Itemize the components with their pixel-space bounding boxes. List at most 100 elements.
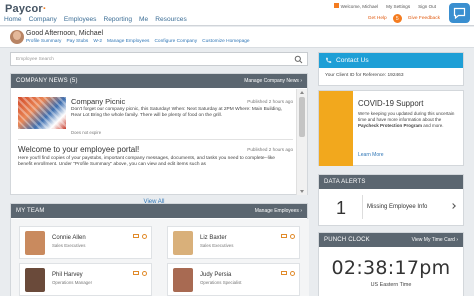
employee-search-input[interactable]: Employee Search — [10, 52, 308, 66]
covid-support-card: COVID-19 Support We're keeping you updat… — [318, 90, 464, 166]
info-icon[interactable] — [142, 234, 147, 239]
news-expire: Does not expire — [71, 130, 102, 135]
company-news-title: COMPANY NEWS (5) — [16, 78, 78, 84]
alert-count: 1 — [336, 198, 347, 218]
team-member[interactable]: Liz Baxter Sales Executives — [167, 226, 300, 259]
data-alerts-title: DATA ALERTS — [324, 179, 366, 185]
customize-homepage-link[interactable]: Customize Homepage — [202, 39, 249, 44]
team-member[interactable]: Judy Persia Operations Specialist — [167, 263, 300, 296]
chat-button[interactable] — [449, 3, 470, 23]
phone-icon — [326, 57, 332, 63]
member-role: Sales Executives — [200, 243, 234, 248]
paycor-logo[interactable]: Paycor· — [5, 3, 47, 15]
view-time-card-link[interactable]: View My Time Card › — [412, 237, 458, 243]
news-divider — [18, 139, 293, 140]
configure-company-link[interactable]: Configure Company — [154, 39, 197, 44]
member-name: Connie Allen — [52, 235, 86, 241]
covid-text: We're keeping you updated during this un… — [358, 111, 455, 128]
data-alerts-header: DATA ALERTS — [319, 175, 463, 189]
company-news-card: COMPANY NEWS (5) Manage Company News › C… — [10, 73, 308, 205]
quick-links: Profile Summary Pay Stubs W-2 Manage Emp… — [26, 39, 250, 44]
get-help-link[interactable]: Get Help — [368, 16, 387, 21]
chat-icon — [453, 7, 466, 19]
sign-out-link[interactable]: Sign Out — [418, 4, 436, 9]
nav-me[interactable]: Me — [139, 16, 148, 23]
team-list: Connie Allen Sales Executives Liz Baxter… — [11, 219, 309, 296]
pay-stubs-link[interactable]: Pay Stubs — [66, 39, 88, 44]
scroll-thumb[interactable] — [299, 97, 305, 137]
news-scrollbar[interactable] — [296, 89, 307, 195]
chevron-right-icon: › — [300, 78, 302, 84]
member-role: Sales Executives — [52, 243, 86, 248]
chevron-right-icon[interactable] — [450, 203, 456, 209]
manage-employees-link[interactable]: Manage Employees — [107, 39, 149, 44]
punch-clock-header: PUNCH CLOCK View My Time Card › — [319, 233, 463, 247]
search-icon[interactable] — [294, 55, 303, 64]
mail-icon[interactable] — [133, 234, 139, 238]
help-row: Get Help 5 Give Feedback — [368, 14, 440, 23]
utility-links: Welcome, Michael My Settings Sign Out — [333, 3, 436, 9]
news-item-title[interactable]: Welcome to your employee portal! — [18, 145, 139, 154]
my-team-card: MY TEAM Manage Employees › Connie Allen … — [10, 203, 309, 296]
clock-timezone: US Eastern Time — [370, 282, 412, 288]
info-icon[interactable] — [290, 271, 295, 276]
mail-icon[interactable] — [133, 271, 139, 275]
manage-company-news-link[interactable]: Manage Company News › — [244, 78, 302, 84]
mail-icon[interactable] — [281, 271, 287, 275]
clock-time: 02:38:17pm — [331, 257, 451, 279]
company-news-header: COMPANY NEWS (5) Manage Company News › — [11, 74, 307, 88]
punch-clock-card: PUNCH CLOCK View My Time Card › 02:38:17… — [318, 232, 464, 296]
member-name: Liz Baxter — [200, 235, 227, 241]
give-feedback-link[interactable]: Give Feedback — [408, 16, 440, 21]
client-id-value: 192463 — [387, 73, 404, 78]
nav-home[interactable]: Home — [4, 16, 22, 23]
w2-link[interactable]: W-2 — [93, 39, 102, 44]
contact-us-button[interactable]: Contact Us — [319, 53, 463, 68]
manage-employees-link[interactable]: Manage Employees › — [255, 208, 302, 214]
nav-reporting[interactable]: Reporting — [103, 16, 132, 23]
avatar[interactable] — [10, 30, 24, 44]
learn-more-link[interactable]: Learn More — [358, 152, 384, 158]
missing-employee-info-alert[interactable]: Missing Employee Info — [367, 204, 427, 210]
user-icon — [333, 3, 339, 8]
scroll-down-arrow[interactable] — [300, 190, 304, 193]
data-alerts-card: DATA ALERTS 1 Missing Employee Info — [318, 174, 464, 226]
team-member[interactable]: Phil Harvey Operations Manager — [19, 263, 152, 296]
profile-summary-link[interactable]: Profile Summary — [26, 39, 61, 44]
scroll-up-arrow[interactable] — [300, 91, 304, 94]
info-icon[interactable] — [142, 271, 147, 276]
news-published: Published 2 hours ago — [247, 147, 293, 152]
alert-divider — [362, 195, 363, 219]
covid-accent-band — [319, 91, 353, 166]
client-id: Your Client ID for Reference: 192463 — [325, 73, 404, 78]
team-member[interactable]: Connie Allen Sales Executives — [19, 226, 152, 259]
member-name: Phil Harvey — [52, 272, 83, 278]
info-icon[interactable] — [290, 234, 295, 239]
greeting-title: Good Afternoon, Michael — [26, 30, 104, 37]
news-item-text: Don't forget our company picnic, this Sa… — [71, 107, 283, 119]
news-item-text: Here you'll find copies of your paystubs… — [18, 156, 275, 168]
help-count-badge[interactable]: 5 — [392, 14, 402, 23]
member-name: Judy Persia — [200, 272, 232, 278]
welcome-user[interactable]: Welcome, Michael — [333, 3, 378, 9]
news-published: Published 2 hours ago — [247, 99, 293, 104]
mail-icon[interactable] — [281, 234, 287, 238]
chevron-right-icon: › — [456, 237, 458, 243]
member-photo — [173, 268, 193, 292]
search-placeholder: Employee Search — [16, 57, 54, 62]
covid-title: COVID-19 Support — [358, 99, 424, 108]
news-item-title[interactable]: Company Picnic — [71, 97, 125, 106]
my-team-title: MY TEAM — [16, 208, 45, 214]
punch-clock-title: PUNCH CLOCK — [324, 237, 370, 243]
contact-us-title: Contact Us — [336, 57, 369, 64]
nav-employees[interactable]: Employees — [64, 16, 97, 23]
my-team-header: MY TEAM Manage Employees › — [11, 204, 307, 218]
nav-company[interactable]: Company — [29, 16, 57, 23]
member-role: Operations Manager — [52, 280, 93, 285]
my-settings-link[interactable]: My Settings — [386, 4, 410, 9]
picnic-image — [18, 97, 66, 129]
member-role: Operations Specialist — [200, 280, 242, 285]
nav-resources[interactable]: Resources — [155, 16, 187, 23]
top-bar: Paycor· Home Company Employees Reporting… — [0, 0, 474, 26]
chevron-right-icon: › — [300, 208, 302, 214]
